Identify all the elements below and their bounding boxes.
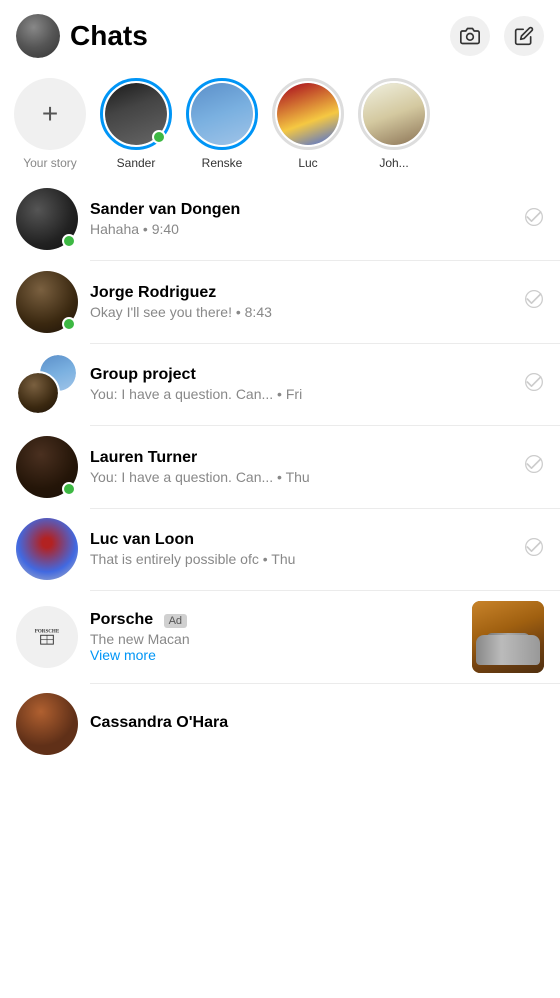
chat-meta-lauren bbox=[524, 454, 544, 479]
chat-avatar-wrap-luc bbox=[16, 518, 78, 580]
chat-item-jorge[interactable]: Jorge Rodriguez Okay I'll see you there!… bbox=[0, 261, 560, 343]
chat-info-sander: Sander van Dongen Hahaha • 9:40 bbox=[90, 201, 516, 237]
porsche-logo-icon: PORSCHE bbox=[28, 615, 66, 653]
story-item-renske[interactable]: Renske bbox=[186, 78, 258, 170]
ad-badge: Ad bbox=[164, 614, 187, 628]
chat-meta-jorge bbox=[524, 289, 544, 314]
chat-preview-lauren: You: I have a question. Can... • Thu bbox=[90, 469, 516, 485]
chat-meta-sander bbox=[524, 207, 544, 232]
add-story-circle: + bbox=[14, 78, 86, 150]
svg-text:PORSCHE: PORSCHE bbox=[35, 629, 60, 635]
story-ring-sander bbox=[100, 78, 172, 150]
story-label-luc: Luc bbox=[298, 156, 317, 170]
chat-avatar-wrap-cassandra bbox=[16, 693, 78, 755]
story-item-john[interactable]: Joh... bbox=[358, 78, 430, 170]
chat-name-luc: Luc van Loon bbox=[90, 531, 516, 549]
story-item-luc[interactable]: Luc bbox=[272, 78, 344, 170]
header-actions bbox=[450, 16, 544, 56]
chat-info-cassandra: Cassandra O'Hara bbox=[90, 714, 544, 734]
chat-avatar-luc bbox=[16, 518, 78, 580]
check-icon-group bbox=[524, 372, 544, 397]
chat-item-cassandra[interactable]: Cassandra O'Hara bbox=[0, 683, 560, 765]
story-avatar-renske bbox=[191, 83, 253, 145]
user-avatar[interactable] bbox=[16, 14, 60, 58]
story-avatar-luc bbox=[277, 83, 339, 145]
chat-preview-luc: That is entirely possible ofc • Thu bbox=[90, 551, 516, 567]
chat-name-sander: Sander van Dongen bbox=[90, 201, 516, 219]
chat-info-porsche: Porsche Ad The new Macan View more bbox=[90, 611, 464, 663]
chat-name-porsche: Porsche Ad bbox=[90, 611, 464, 629]
camera-button[interactable] bbox=[450, 16, 490, 56]
story-label-renske: Renske bbox=[202, 156, 243, 170]
porsche-logo-avatar: PORSCHE bbox=[16, 606, 78, 668]
chat-item-porsche-ad[interactable]: PORSCHE Porsche Ad The new Macan View mo… bbox=[0, 591, 560, 683]
chat-name-jorge: Jorge Rodriguez bbox=[90, 284, 516, 302]
online-dot-sander bbox=[152, 130, 166, 144]
stories-section: + Your story Sander Renske Luc bbox=[0, 68, 560, 174]
check-icon-sander bbox=[524, 207, 544, 232]
chat-avatar-wrap-lauren bbox=[16, 436, 78, 498]
check-icon-lauren bbox=[524, 454, 544, 479]
chat-info-luc: Luc van Loon That is entirely possible o… bbox=[90, 531, 516, 567]
porsche-logo-text: PORSCHE bbox=[28, 615, 66, 658]
story-avatar-john bbox=[363, 83, 425, 145]
compose-icon bbox=[514, 26, 534, 46]
online-indicator-jorge bbox=[62, 317, 76, 331]
chat-avatar-cassandra bbox=[16, 693, 78, 755]
chat-name-lauren: Lauren Turner bbox=[90, 449, 516, 467]
your-story-label: Your story bbox=[23, 156, 77, 170]
view-more-link[interactable]: View more bbox=[90, 647, 464, 663]
chat-meta-group bbox=[524, 372, 544, 397]
chat-item-luc[interactable]: Luc van Loon That is entirely possible o… bbox=[0, 508, 560, 590]
online-indicator-lauren bbox=[62, 482, 76, 496]
chat-avatar-wrap-jorge bbox=[16, 271, 78, 333]
story-item-sander[interactable]: Sander bbox=[100, 78, 172, 170]
chat-preview-porsche: The new Macan bbox=[90, 631, 464, 647]
story-ring-john bbox=[358, 78, 430, 150]
add-story-item[interactable]: + Your story bbox=[14, 78, 86, 170]
check-icon-luc bbox=[524, 537, 544, 562]
header: Chats bbox=[0, 0, 560, 68]
add-story-plus: + bbox=[42, 98, 58, 130]
chat-avatar-wrap-group bbox=[16, 353, 78, 415]
ad-thumbnail bbox=[472, 601, 544, 673]
story-label-john: Joh... bbox=[379, 156, 408, 170]
story-ring-renske bbox=[186, 78, 258, 150]
chat-name-cassandra: Cassandra O'Hara bbox=[90, 714, 544, 732]
ad-image bbox=[472, 601, 544, 673]
story-ring-luc bbox=[272, 78, 344, 150]
ad-car-body bbox=[476, 635, 540, 665]
chat-item-lauren[interactable]: Lauren Turner You: I have a question. Ca… bbox=[0, 426, 560, 508]
chat-avatar-wrap-sander bbox=[16, 188, 78, 250]
chat-info-jorge: Jorge Rodriguez Okay I'll see you there!… bbox=[90, 284, 516, 320]
compose-button[interactable] bbox=[504, 16, 544, 56]
page-title: Chats bbox=[70, 20, 450, 52]
camera-icon bbox=[460, 26, 480, 46]
chat-name-group: Group project bbox=[90, 366, 516, 384]
story-label-sander: Sander bbox=[117, 156, 156, 170]
chat-info-lauren: Lauren Turner You: I have a question. Ca… bbox=[90, 449, 516, 485]
check-icon-jorge bbox=[524, 289, 544, 314]
chat-item-group[interactable]: Group project You: I have a question. Ca… bbox=[0, 343, 560, 425]
chat-preview-jorge: Okay I'll see you there! • 8:43 bbox=[90, 304, 516, 320]
chat-item-sander[interactable]: Sander van Dongen Hahaha • 9:40 bbox=[0, 178, 560, 260]
chat-meta-luc bbox=[524, 537, 544, 562]
chat-preview-group: You: I have a question. Can... • Fri bbox=[90, 386, 516, 402]
chat-preview-sander: Hahaha • 9:40 bbox=[90, 221, 516, 237]
chat-info-group: Group project You: I have a question. Ca… bbox=[90, 366, 516, 402]
chat-list: Sander van Dongen Hahaha • 9:40 Jorge Ro… bbox=[0, 178, 560, 765]
online-indicator-sander bbox=[62, 234, 76, 248]
group-avatar-1 bbox=[16, 371, 60, 415]
